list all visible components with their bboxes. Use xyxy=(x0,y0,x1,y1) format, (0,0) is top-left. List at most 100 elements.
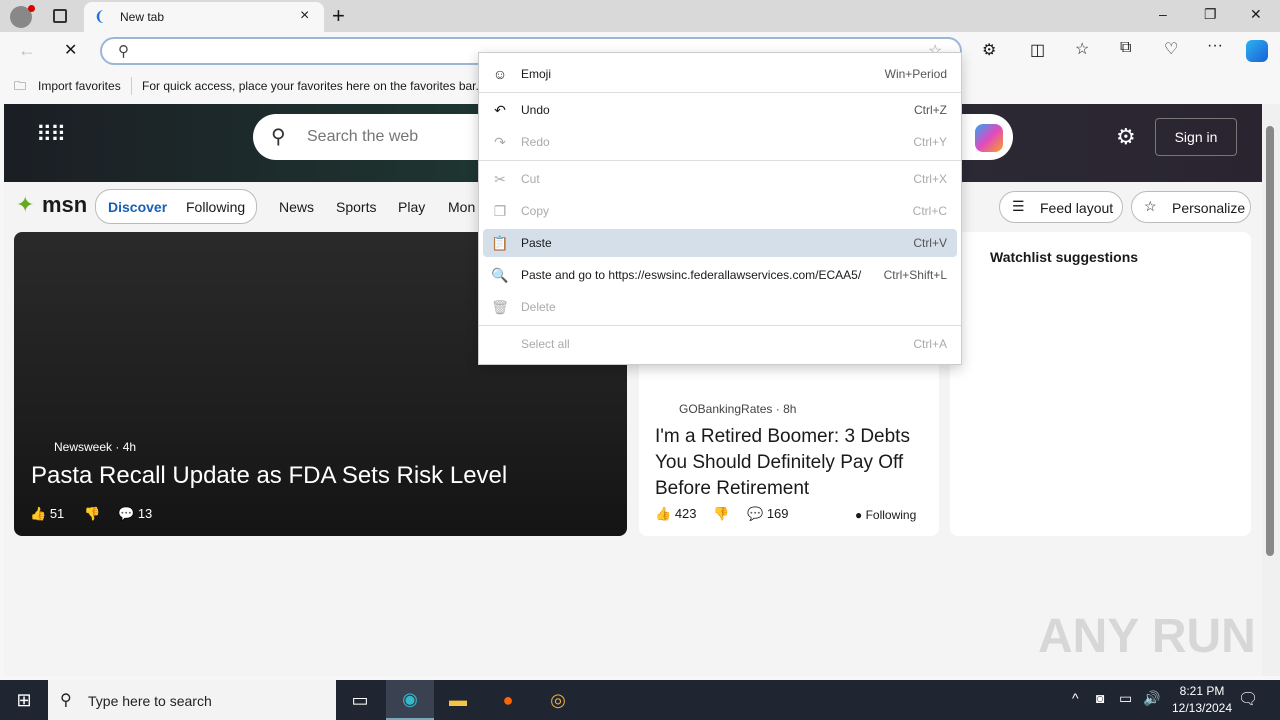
tab-discover[interactable]: Discover xyxy=(108,199,167,215)
menu-item-paste[interactable]: 📋 Paste Ctrl+V xyxy=(483,229,957,257)
extensions-icon[interactable]: ⚙ xyxy=(982,40,996,60)
apps-grid-icon[interactable]: ⠿⠿ xyxy=(36,122,66,148)
comments-button[interactable]: 💬 169 xyxy=(747,506,789,522)
nav-play[interactable]: Play xyxy=(398,199,425,215)
following-badge[interactable]: ● Following xyxy=(855,508,916,522)
notifications-icon[interactable]: 🗨 xyxy=(1238,689,1258,709)
collections-icon[interactable]: ⧉ xyxy=(1120,39,1131,57)
emoji-icon: ☺ xyxy=(492,66,508,82)
like-button[interactable]: 👍 423 xyxy=(655,506,697,522)
menu-label: Paste xyxy=(521,236,552,250)
settings-gear-icon[interactable]: ⚙ xyxy=(1116,124,1136,150)
menu-label: Delete xyxy=(521,300,556,314)
tab-actions-icon[interactable] xyxy=(53,9,67,23)
menu-shortcut: Win+Period xyxy=(884,67,947,81)
menu-item-redo[interactable]: ↷ Redo Ctrl+Y xyxy=(483,128,957,156)
taskbar-search[interactable]: ⚲ Type here to search xyxy=(48,680,336,720)
menu-label: Cut xyxy=(521,172,540,186)
scissors-icon: ✂ xyxy=(494,170,506,187)
menu-item-emoji[interactable]: ☺ Emoji Win+Period xyxy=(483,60,957,88)
msn-logo: msn xyxy=(42,192,88,217)
nav-news[interactable]: News xyxy=(279,199,314,215)
dislike-button[interactable]: 👎 xyxy=(713,506,729,522)
menu-shortcut: Ctrl+Z xyxy=(914,103,947,117)
divider xyxy=(131,77,132,95)
taskbar-search-placeholder: Type here to search xyxy=(88,693,212,709)
redo-icon: ↷ xyxy=(494,133,506,150)
menu-item-select-all[interactable]: Select all Ctrl+A xyxy=(483,330,957,358)
copilot-icon[interactable] xyxy=(1246,40,1268,62)
tab-close-button[interactable]: × xyxy=(300,7,309,25)
card-title: I'm a Retired Boomer: 3 Debts You Should… xyxy=(655,426,910,499)
firefox-icon[interactable]: ● xyxy=(484,680,532,720)
maximize-button[interactable]: ❐ xyxy=(1204,6,1217,23)
import-favorites-button[interactable]: Import favorites xyxy=(38,79,121,93)
feed-layout-label: Feed layout xyxy=(1040,200,1114,216)
menu-shortcut: Ctrl+X xyxy=(913,172,947,186)
menu-item-delete[interactable]: 🗑 Delete xyxy=(483,293,957,321)
search-icon: ⚲ xyxy=(271,126,286,148)
menu-item-cut[interactable]: ✂ Cut Ctrl+X xyxy=(483,165,957,193)
clock-date[interactable]: 12/13/2024 xyxy=(1164,701,1240,715)
scrollbar-track[interactable] xyxy=(1262,104,1280,676)
network-icon[interactable]: ▭ xyxy=(1119,690,1132,707)
search-icon: ⚲ xyxy=(118,43,129,60)
close-window-button[interactable]: ✕ xyxy=(1250,6,1262,23)
menu-label: Undo xyxy=(521,103,550,117)
menu-shortcut: Ctrl+A xyxy=(913,337,947,351)
more-menu-icon[interactable]: ··· xyxy=(1207,37,1223,55)
tab-title: New tab xyxy=(120,10,165,24)
meet-icon[interactable]: ◙ xyxy=(1096,690,1104,706)
menu-shortcut: Ctrl+V xyxy=(913,236,947,250)
search-icon: ⚲ xyxy=(60,692,72,709)
sliders-icon: ☰ xyxy=(1012,198,1025,214)
menu-label: Paste and go to https://eswsinc.federall… xyxy=(521,268,862,282)
dislike-button[interactable]: 👎 xyxy=(84,506,100,522)
menu-item-paste-and-go[interactable]: 🔍 Paste and go to https://eswsinc.federal… xyxy=(483,261,957,289)
notification-dot xyxy=(28,5,35,12)
divider xyxy=(479,160,961,161)
like-button[interactable]: 👍 51 xyxy=(30,506,64,522)
chrome-icon[interactable]: ◎ xyxy=(534,680,582,720)
scrollbar-thumb[interactable] xyxy=(1266,126,1274,556)
sign-in-button[interactable]: Sign in xyxy=(1155,118,1237,156)
nav-money[interactable]: Mon xyxy=(448,199,475,215)
star-pencil-icon: ☆ xyxy=(1144,198,1157,214)
new-tab-button[interactable]: + xyxy=(332,3,345,29)
taskbar: ⊞ ⚲ Type here to search ▭ ◉ ▬ ● ◎ ^ ◙ ▭ … xyxy=(0,680,1280,720)
clock-time[interactable]: 8:21 PM xyxy=(1174,684,1230,698)
menu-shortcut: Ctrl+Y xyxy=(913,135,947,149)
menu-item-copy[interactable]: ❐ Copy Ctrl+C xyxy=(483,197,957,225)
task-view-icon[interactable]: ▭ xyxy=(336,680,384,720)
windows-icon: ⊞ xyxy=(16,689,32,710)
personalize-button[interactable]: ☆ Personalize xyxy=(1131,191,1251,223)
copy-icon: ❐ xyxy=(493,202,507,219)
nav-sports[interactable]: Sports xyxy=(336,199,376,215)
edge-taskbar-icon[interactable]: ◉ xyxy=(386,680,434,720)
menu-shortcut: Ctrl+Shift+L xyxy=(883,268,947,282)
card-title: Pasta Recall Update as FDA Sets Risk Lev… xyxy=(31,462,508,489)
browser-essentials-icon[interactable]: ♡ xyxy=(1164,39,1178,59)
paste-search-icon: 🔍 xyxy=(491,266,509,283)
file-explorer-icon[interactable]: ▬ xyxy=(434,680,482,720)
menu-label: Select all xyxy=(521,337,570,351)
start-button[interactable]: ⊞ xyxy=(0,680,48,720)
volume-icon[interactable]: 🔊 xyxy=(1143,690,1160,707)
tab-new-tab[interactable]: ❨ New tab × xyxy=(84,2,324,32)
back-button[interactable]: ← xyxy=(18,40,36,61)
menu-item-undo[interactable]: ↶ Undo Ctrl+Z xyxy=(483,96,957,124)
comments-button[interactable]: 💬 13 xyxy=(118,506,152,522)
menu-label: Emoji xyxy=(521,67,552,81)
loading-icon: ❨ xyxy=(94,8,106,24)
divider xyxy=(479,325,961,326)
stop-loading-button[interactable]: ✕ xyxy=(64,40,77,60)
tab-following[interactable]: Following xyxy=(186,199,245,215)
split-screen-icon[interactable]: ◫ xyxy=(1030,40,1045,60)
clipboard-icon: 📋 xyxy=(491,234,509,251)
copilot-icon[interactable] xyxy=(975,124,1003,152)
context-menu: ☺ Emoji Win+Period ↶ Undo Ctrl+Z ↷ Redo Ctrl+Y… xyxy=(478,52,962,365)
favorites-icon[interactable]: ☆ xyxy=(1075,39,1089,59)
feed-layout-button[interactable]: ☰ Feed layout xyxy=(999,191,1123,223)
chevron-up-icon[interactable]: ^ xyxy=(1072,690,1079,706)
minimize-button[interactable]: – xyxy=(1159,6,1167,22)
